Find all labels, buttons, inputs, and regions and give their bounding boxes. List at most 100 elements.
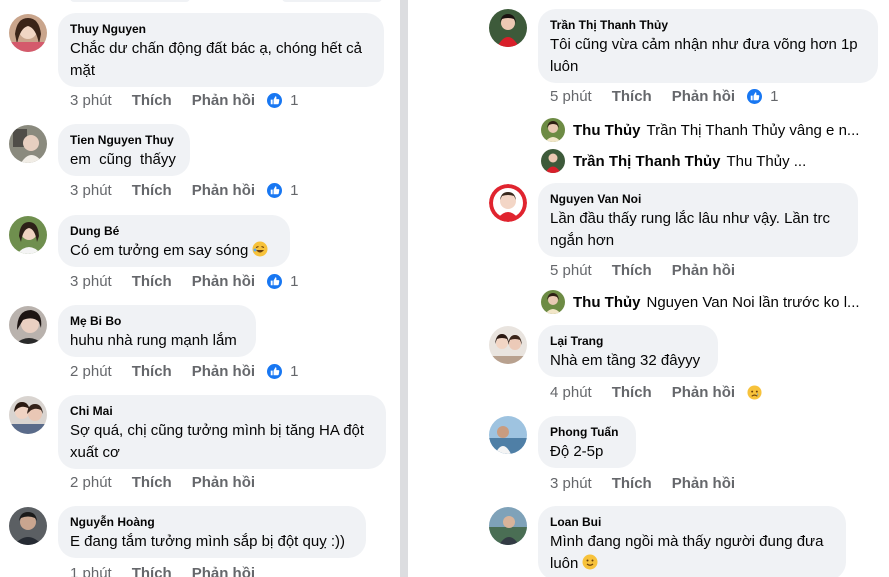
comment-item: Lại Trang Nhà em tầng 32 đâyyy 4 phút Th… bbox=[408, 323, 889, 413]
comment-text-line: ngắn hơn bbox=[550, 232, 615, 249]
comment-time[interactable]: 2 phút bbox=[70, 474, 112, 491]
comment-text: Độ 2-5p bbox=[550, 441, 624, 463]
comment-time[interactable]: 3 phút bbox=[70, 182, 112, 199]
comment-text: E đang tắm tưởng mình sắp bị đột quỵ :)) bbox=[70, 531, 354, 553]
comment-bubble: Nguyen Van Noi Lần đầu thấy rung lắc lâu… bbox=[538, 183, 858, 257]
commenter-name[interactable]: Phong Tuấn bbox=[550, 424, 624, 440]
reaction-summary[interactable]: 1 bbox=[267, 92, 298, 109]
avatar[interactable] bbox=[9, 216, 47, 254]
comment-text-line: Sợ quá, chị cũng tưởng mình bị tăng HA đ… bbox=[70, 422, 365, 439]
commenter-name[interactable]: Loan Bui bbox=[550, 514, 834, 530]
reply-button[interactable]: Phản hồi bbox=[672, 88, 735, 105]
reaction-count: 1 bbox=[290, 182, 299, 199]
reply-button[interactable]: Phản hồi bbox=[192, 565, 255, 577]
comment-actions: 3 phút Thích Phản hồi 1 bbox=[70, 273, 298, 290]
reply-author-name[interactable]: Thu Thủy bbox=[573, 122, 641, 139]
comment-actions: 3 phút Thích Phản hồi bbox=[550, 475, 735, 492]
comment-time[interactable]: 3 phút bbox=[70, 92, 112, 109]
comment-time[interactable]: 5 phút bbox=[550, 262, 592, 279]
commenter-name[interactable]: Mẹ Bi Bo bbox=[70, 313, 244, 329]
comment-text-line: xuất cơ bbox=[70, 444, 120, 461]
avatar[interactable] bbox=[9, 507, 47, 545]
avatar[interactable] bbox=[9, 396, 47, 434]
reply-button[interactable]: Phản hồi bbox=[672, 475, 735, 492]
reaction-summary[interactable]: 1 bbox=[267, 273, 298, 290]
comment-text-line: Tôi cũng vừa cảm nhận như đưa võng hơn 1… bbox=[550, 36, 858, 53]
commenter-name[interactable]: Chi Mai bbox=[70, 403, 374, 419]
like-button[interactable]: Thích bbox=[132, 273, 172, 290]
commenter-name[interactable]: Nguyen Van Noi bbox=[550, 191, 846, 207]
like-button[interactable]: Thích bbox=[612, 262, 652, 279]
reply-button[interactable]: Phản hồi bbox=[192, 92, 255, 109]
reply-preview-text: Thu Thủy ... bbox=[726, 152, 807, 170]
comment-text-line: luôn bbox=[550, 555, 579, 572]
comment-bubble: Tien Nguyen Thuy em cũng thấyy bbox=[58, 124, 190, 176]
reply-button[interactable]: Phản hồi bbox=[192, 474, 255, 491]
reaction-summary[interactable]: 1 bbox=[267, 182, 298, 199]
reply-preview-text: Nguyen Van Noi lần trước ko l... bbox=[646, 293, 860, 311]
comment-text: Chắc dư chấn động đất bác ạ, chóng hết c… bbox=[70, 38, 372, 82]
comment-time[interactable]: 2 phút bbox=[70, 363, 112, 380]
reply-button[interactable]: Phản hồi bbox=[672, 384, 735, 401]
reply-preview[interactable]: Thu Thủy Nguyen Van Noi lần trước ko l..… bbox=[541, 290, 860, 314]
commenter-name[interactable]: Lại Trang bbox=[550, 333, 706, 349]
commenter-name[interactable]: Dung Bé bbox=[70, 223, 278, 239]
commenter-name[interactable]: Trần Thị Thanh Thủy bbox=[550, 17, 866, 33]
avatar[interactable] bbox=[489, 184, 527, 222]
comment-bubble: Phong Tuấn Độ 2-5p bbox=[538, 416, 636, 468]
comment-bubble: Chi Mai Sợ quá, chị cũng tưởng mình bị t… bbox=[58, 395, 386, 469]
comment-time[interactable]: 5 phút bbox=[550, 88, 592, 105]
like-button[interactable]: Thích bbox=[132, 363, 172, 380]
reply-button[interactable]: Phản hồi bbox=[672, 262, 735, 279]
avatar[interactable] bbox=[489, 507, 527, 545]
comment-actions: 4 phút Thích Phản hồi bbox=[550, 384, 762, 401]
avatar[interactable] bbox=[9, 14, 47, 52]
commenter-name[interactable]: Nguyễn Hoàng bbox=[70, 514, 354, 530]
comment-item: Dung Bé Có em tưởng em say sóng 3 phút T… bbox=[0, 212, 400, 302]
like-reaction-icon bbox=[267, 93, 283, 108]
reaction-summary[interactable]: 1 bbox=[267, 363, 298, 380]
reply-preview[interactable]: Thu Thủy Trần Thị Thanh Thủy vâng e n... bbox=[541, 118, 859, 142]
avatar[interactable] bbox=[489, 9, 527, 47]
like-button[interactable]: Thích bbox=[132, 565, 172, 577]
comment-text-line: Có em tưởng em say sóng bbox=[70, 242, 249, 259]
avatar[interactable] bbox=[9, 306, 47, 344]
comment-time[interactable]: 3 phút bbox=[70, 273, 112, 290]
avatar[interactable] bbox=[489, 326, 527, 364]
reply-button[interactable]: Phản hồi bbox=[192, 273, 255, 290]
like-button[interactable]: Thích bbox=[612, 384, 652, 401]
avatar[interactable] bbox=[9, 125, 47, 163]
comment-text: em cũng thấyy bbox=[70, 149, 178, 171]
comment-bubble: Lại Trang Nhà em tầng 32 đâyyy bbox=[538, 325, 718, 377]
comment-bubble: Thuy Nguyen Chắc dư chấn động đất bác ạ,… bbox=[58, 13, 384, 87]
like-button[interactable]: Thích bbox=[132, 92, 172, 109]
comment-text: Sợ quá, chị cũng tưởng mình bị tăng HA đ… bbox=[70, 420, 374, 464]
reply-button[interactable]: Phản hồi bbox=[192, 182, 255, 199]
sad-emoji-icon bbox=[747, 385, 762, 400]
reply-button[interactable]: Phản hồi bbox=[192, 363, 255, 380]
comment-text: Nhà em tầng 32 đâyyy bbox=[550, 350, 706, 372]
comment-actions: 3 phút Thích Phản hồi 1 bbox=[70, 92, 298, 109]
avatar[interactable] bbox=[489, 416, 527, 454]
comment-time[interactable]: 3 phút bbox=[550, 475, 592, 492]
comment-time[interactable]: 4 phút bbox=[550, 384, 592, 401]
like-button[interactable]: Thích bbox=[612, 475, 652, 492]
commenter-name[interactable]: Thuy Nguyen bbox=[70, 21, 372, 37]
like-button[interactable]: Thích bbox=[132, 474, 172, 491]
reaction-summary[interactable] bbox=[747, 385, 762, 400]
like-button[interactable]: Thích bbox=[612, 88, 652, 105]
comment-text-line: luôn bbox=[550, 58, 579, 75]
reaction-count: 1 bbox=[290, 273, 299, 290]
reply-preview[interactable]: Trần Thị Thanh Thủy Thu Thủy ... bbox=[541, 149, 806, 173]
avatar bbox=[541, 290, 565, 314]
reply-author-name[interactable]: Trần Thị Thanh Thủy bbox=[573, 153, 721, 170]
comment-text: Có em tưởng em say sóng bbox=[70, 240, 278, 262]
commenter-name[interactable]: Tien Nguyen Thuy bbox=[70, 132, 178, 148]
comment-actions: 3 phút Thích Phản hồi 1 bbox=[70, 182, 298, 199]
comment-bubble: Mẹ Bi Bo huhu nhà rung mạnh lắm bbox=[58, 305, 256, 357]
laugh-emoji-icon bbox=[252, 241, 268, 257]
reply-author-name[interactable]: Thu Thủy bbox=[573, 294, 641, 311]
comment-time[interactable]: 1 phút bbox=[70, 565, 112, 577]
like-button[interactable]: Thích bbox=[132, 182, 172, 199]
reaction-summary[interactable]: 1 bbox=[747, 88, 778, 105]
